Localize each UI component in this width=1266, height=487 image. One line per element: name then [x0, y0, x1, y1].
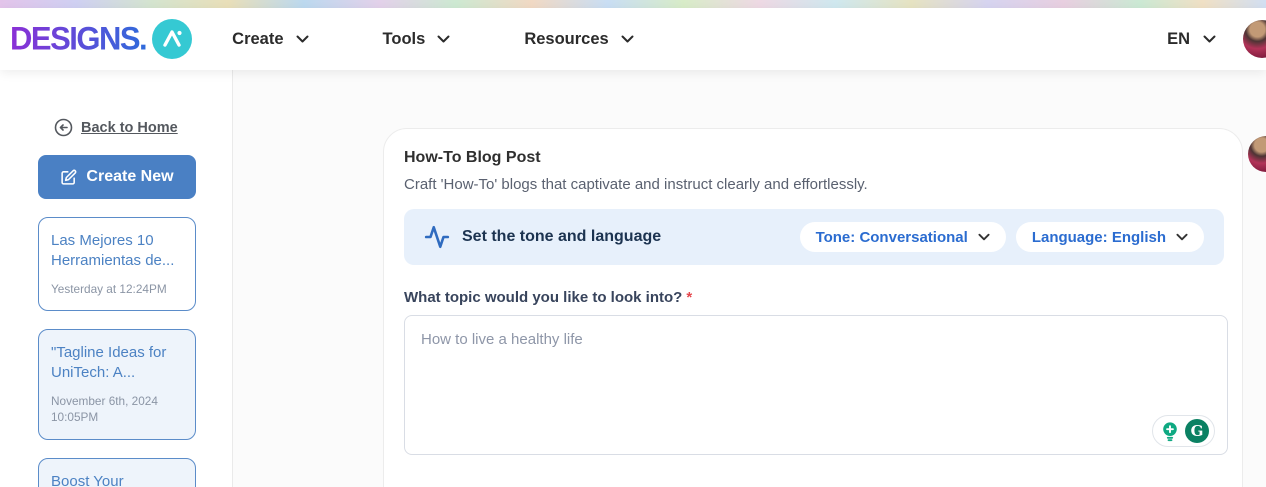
page-description: Craft 'How-To' blogs that captivate and … — [404, 176, 1224, 193]
topic-input[interactable] — [404, 315, 1228, 455]
content-area: How-To Blog Post Craft 'How-To' blogs th… — [233, 70, 1266, 487]
nav-item-create[interactable]: Create — [232, 30, 308, 49]
lightbulb-icon — [1159, 420, 1181, 442]
history-item-timestamp: Yesterday at 12:24PM — [51, 281, 183, 298]
topic-question-text: What topic would you like to look into? — [404, 289, 682, 306]
logo-wordmark: DESIGNS. — [10, 20, 146, 58]
create-new-button[interactable]: Create New — [38, 155, 196, 199]
chevron-down-icon — [437, 35, 450, 43]
history-item[interactable]: Boost Your Productivity: Sign... — [38, 458, 196, 487]
top-navbar: DESIGNS. Create Tools Resources EN — [0, 8, 1266, 70]
history-sidebar: Back to Home Create New Las Mejores 10 H… — [0, 70, 233, 487]
chevron-down-icon — [978, 233, 990, 241]
tone-dropdown-value: Tone: Conversational — [816, 229, 968, 246]
history-item[interactable]: Las Mejores 10 Herramientas de... Yester… — [38, 217, 196, 311]
designsai-logo-mark-icon — [152, 19, 192, 59]
nav-item-resources[interactable]: Resources — [524, 30, 633, 49]
language-dropdown-value: Language: English — [1032, 229, 1166, 246]
edit-icon — [60, 169, 77, 186]
chevron-down-icon — [296, 35, 309, 43]
holographic-banner-strip — [0, 0, 1266, 8]
language-selector[interactable]: EN — [1167, 30, 1216, 49]
page-title: How-To Blog Post — [404, 149, 1224, 167]
nav-item-label: Tools — [383, 30, 426, 49]
language-dropdown[interactable]: Language: English — [1016, 222, 1204, 252]
arrow-left-circle-icon — [54, 118, 73, 137]
history-item[interactable]: "Tagline Ideas for UniTech: A... Novembe… — [38, 329, 196, 440]
blog-post-form-panel: How-To Blog Post Craft 'How-To' blogs th… — [383, 128, 1243, 487]
activity-pulse-icon — [424, 224, 450, 250]
history-item-title: Las Mejores 10 Herramientas de... — [51, 231, 183, 272]
chevron-down-icon — [1176, 233, 1188, 241]
tone-bar-dropdowns: Tone: Conversational Language: English — [800, 222, 1204, 252]
tone-language-bar: Set the tone and language Tone: Conversa… — [404, 209, 1224, 265]
history-item-title: Boost Your Productivity: Sign... — [51, 472, 183, 487]
required-asterisk: * — [686, 289, 692, 306]
page-body: Back to Home Create New Las Mejores 10 H… — [0, 70, 1266, 487]
topic-question-label: What topic would you like to look into?* — [404, 289, 1224, 306]
main-nav: Create Tools Resources — [232, 30, 634, 49]
history-item-timestamp: November 6th, 2024 10:05PM — [51, 393, 183, 426]
back-to-home-link[interactable]: Back to Home — [54, 118, 194, 137]
history-item-title: "Tagline Ideas for UniTech: A... — [51, 343, 183, 384]
tone-bar-label: Set the tone and language — [462, 228, 661, 246]
grammarly-logo-button[interactable]: G — [1185, 419, 1209, 443]
create-new-label: Create New — [86, 168, 173, 186]
nav-item-label: Create — [232, 30, 283, 49]
nav-item-label: Resources — [524, 30, 608, 49]
grammarly-suggestions-button[interactable] — [1158, 419, 1182, 443]
language-code: EN — [1167, 30, 1190, 49]
user-avatar[interactable] — [1243, 20, 1266, 58]
chevron-down-icon — [621, 35, 634, 43]
chevron-down-icon — [1203, 35, 1216, 43]
tone-dropdown[interactable]: Tone: Conversational — [800, 222, 1006, 252]
grammarly-widget: G — [1152, 415, 1215, 447]
grammarly-g-icon: G — [1185, 419, 1209, 443]
designsai-logo[interactable]: DESIGNS. — [10, 19, 192, 59]
topic-input-wrapper: G — [404, 315, 1228, 460]
back-to-home-label: Back to Home — [81, 120, 178, 136]
nav-item-tools[interactable]: Tools — [383, 30, 451, 49]
profile-avatar-peek[interactable] — [1248, 136, 1266, 172]
